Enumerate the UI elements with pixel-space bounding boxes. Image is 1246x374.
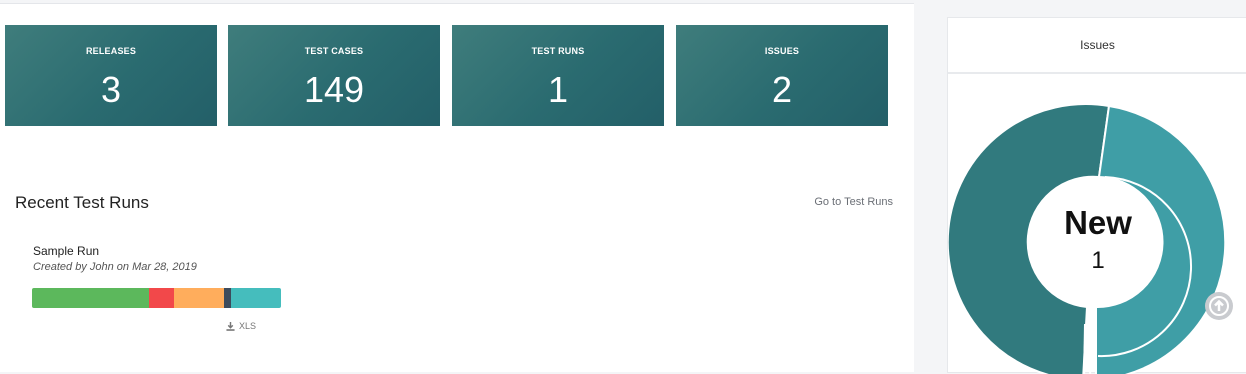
issues-panel-title: Issues bbox=[948, 18, 1246, 74]
stat-card-releases[interactable]: RELEASES 3 bbox=[5, 25, 217, 126]
progress-segment bbox=[231, 288, 281, 308]
stat-value: 1 bbox=[547, 69, 569, 110]
donut-center-value: 1 bbox=[1091, 247, 1105, 274]
issues-panel: Issues New 1 bbox=[947, 17, 1246, 374]
donut-center-label: New bbox=[1064, 204, 1132, 241]
stat-card-test-cases[interactable]: TEST CASES 149 bbox=[228, 25, 440, 126]
run-name[interactable]: Sample Run bbox=[33, 244, 99, 258]
recent-test-runs-title: Recent Test Runs bbox=[15, 193, 149, 212]
stat-label: TEST RUNS bbox=[531, 46, 585, 56]
stat-card-test-runs[interactable]: TEST RUNS 1 bbox=[452, 25, 664, 126]
progress-segment bbox=[32, 288, 150, 308]
donut-divider bbox=[1083, 323, 1086, 374]
export-xls-label: XLS bbox=[239, 321, 257, 331]
export-xls-button[interactable]: XLS bbox=[226, 321, 256, 331]
go-to-test-runs-link[interactable]: Go to Test Runs bbox=[814, 196, 893, 208]
donut-divider bbox=[1089, 323, 1092, 374]
download-icon bbox=[226, 321, 235, 331]
progress-segment bbox=[223, 288, 232, 308]
stat-value: 3 bbox=[100, 69, 122, 110]
arrow-up-icon bbox=[1209, 296, 1229, 316]
run-meta: Created by John on Mar 28, 2019 bbox=[33, 261, 197, 273]
stat-label: RELEASES bbox=[85, 46, 137, 56]
dashboard-panel: RELEASES 3 TEST CASES 149 TEST RUNS 1 IS… bbox=[0, 3, 914, 372]
stat-label: ISSUES bbox=[764, 46, 800, 56]
run-progress-bar[interactable] bbox=[32, 288, 281, 308]
scroll-to-top-button[interactable] bbox=[1205, 292, 1233, 320]
progress-segment bbox=[173, 288, 224, 308]
stat-card-issues[interactable]: ISSUES 2 bbox=[676, 25, 888, 126]
stat-value: 149 bbox=[303, 69, 365, 110]
progress-segment bbox=[149, 288, 174, 308]
stat-label: TEST CASES bbox=[304, 46, 364, 56]
stat-value: 2 bbox=[771, 69, 793, 110]
